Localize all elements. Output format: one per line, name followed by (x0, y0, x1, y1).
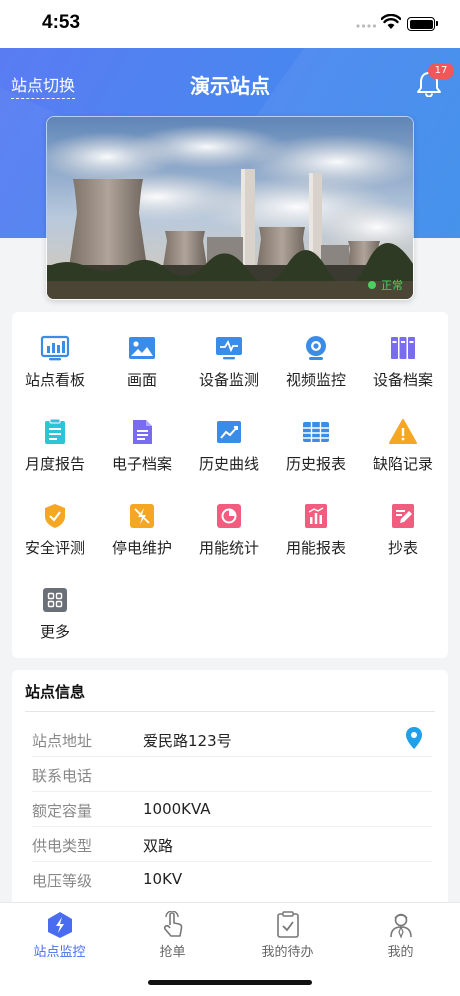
menu-item-label: 安全评测 (24, 539, 85, 557)
shield-icon (45, 504, 65, 528)
menu-item-image[interactable]: 画面 (99, 312, 185, 392)
menu-item-device-monitor[interactable]: 设备监测 (186, 312, 272, 392)
location-pin-icon[interactable] (404, 726, 424, 750)
tab-station-monitor[interactable]: 站点监控 (2, 903, 117, 967)
edit-icon (392, 504, 414, 528)
power-off-icon (130, 504, 154, 528)
menu-item-energy-stats[interactable]: 用能统计 (186, 480, 272, 560)
menu-item-dashboard[interactable]: 站点看板 (12, 312, 98, 392)
menu-item-label: 抄表 (387, 539, 418, 557)
monitor-icon (216, 337, 242, 360)
hand-tap-icon (163, 911, 182, 937)
info-value: 1000KVA (143, 800, 211, 818)
menu-item-label: 视频监控 (285, 371, 346, 389)
tab-label: 我的待办 (261, 945, 314, 960)
battery-icon (407, 17, 438, 31)
menu-item-monthly-report[interactable]: 月度报告 (12, 396, 98, 476)
info-row-supply-type: 供电类型 双路 (32, 827, 432, 862)
clipboard-icon (45, 418, 65, 444)
report-icon (305, 504, 327, 528)
document-icon (133, 420, 152, 444)
status-dot (368, 281, 376, 289)
dashboard-icon (40, 335, 70, 361)
tab-label: 站点监控 (33, 945, 86, 960)
tab-mine[interactable]: 我的 (343, 903, 458, 967)
tab-label: 抢单 (159, 945, 186, 960)
station-status-text: 正常 (381, 279, 403, 292)
line-chart-icon (217, 421, 241, 443)
notification-badge: 17 (428, 63, 454, 79)
menu-item-label: 月度报告 (24, 455, 85, 473)
status-time: 4:53 (42, 12, 81, 33)
menu-item-label: 电子档案 (111, 455, 172, 473)
menu-item-energy-report[interactable]: 用能报表 (273, 480, 359, 560)
wifi-icon (381, 14, 401, 29)
tab-grab-order[interactable]: 抢单 (115, 903, 230, 967)
tab-label: 我的 (387, 945, 414, 960)
table-icon (303, 422, 329, 442)
menu-item-e-archive[interactable]: 电子档案 (99, 396, 185, 476)
info-value: 双路 (143, 837, 174, 855)
menu-item-label: 用能统计 (198, 539, 259, 557)
tab-my-todo[interactable]: 我的待办 (230, 903, 345, 967)
menu-item-label: 用能报表 (285, 539, 346, 557)
menu-item-label: 站点看板 (24, 371, 85, 389)
page-title: 演示站点 (190, 74, 270, 98)
menu-item-defect-record[interactable]: 缺陷记录 (360, 396, 446, 476)
menu-item-video[interactable]: 视频监控 (273, 312, 359, 392)
todo-icon (276, 911, 299, 938)
info-key: 站点地址 (32, 732, 93, 750)
info-value: 爱民路123号 (143, 732, 232, 750)
pie-chart-icon (217, 504, 241, 528)
station-info-title: 站点信息 (25, 683, 86, 701)
info-key: 额定容量 (32, 802, 93, 820)
menu-item-label: 设备档案 (372, 371, 433, 389)
info-row-voltage: 电压等级 10KV (32, 862, 432, 897)
menu-item-label: 更多 (39, 623, 70, 641)
menu-item-label: 历史曲线 (198, 455, 259, 473)
menu-item-meter-reading[interactable]: 抄表 (360, 480, 446, 560)
menu-item-label: 历史报表 (285, 455, 346, 473)
menu-item-safety-assessment[interactable]: 安全评测 (12, 480, 98, 560)
status-bar: 4:53 (0, 0, 460, 48)
menu-item-outage-maintenance[interactable]: 停电维护 (99, 480, 185, 560)
menu-item-label: 设备监测 (198, 371, 259, 389)
station-banner-image: 正常 (46, 116, 414, 300)
image-icon (129, 337, 155, 359)
info-key: 联系电话 (32, 767, 93, 785)
user-icon (389, 913, 412, 939)
info-row-phone: 联系电话 (32, 757, 432, 792)
station-monitor-icon (47, 912, 72, 938)
info-key: 供电类型 (32, 837, 93, 855)
station-status-badge: 正常 (368, 277, 403, 293)
menu-item-more[interactable]: 更多 (12, 564, 98, 644)
menu-item-device-archive[interactable]: 设备档案 (360, 312, 446, 392)
station-info-card: 站点信息 站点地址 爱民路123号 联系电话 额定容量 1000KVA 供电类型… (12, 670, 448, 902)
divider (25, 711, 435, 712)
signal-dots-icon (356, 24, 376, 28)
warning-icon (389, 419, 417, 444)
info-value: 10KV (143, 870, 183, 888)
info-row-capacity: 额定容量 1000KVA (32, 792, 432, 827)
menu-item-label: 画面 (126, 371, 157, 389)
menu-item-history-report[interactable]: 历史报表 (273, 396, 359, 476)
camera-icon (306, 336, 326, 360)
info-row-address: 站点地址 爱民路123号 (32, 722, 432, 757)
home-indicator (148, 980, 312, 985)
menu-item-history-curve[interactable]: 历史曲线 (186, 396, 272, 476)
more-grid-icon (43, 588, 67, 612)
feature-menu: 站点看板 画面 设备监测 视频监控 设备档案 月度报告 电子档案 历史曲线 历史… (12, 312, 448, 658)
archive-icon (391, 337, 415, 359)
info-key: 电压等级 (32, 872, 93, 890)
power-plant-photo (47, 117, 413, 299)
menu-item-label: 缺陷记录 (372, 455, 433, 473)
menu-item-label: 停电维护 (111, 539, 172, 557)
